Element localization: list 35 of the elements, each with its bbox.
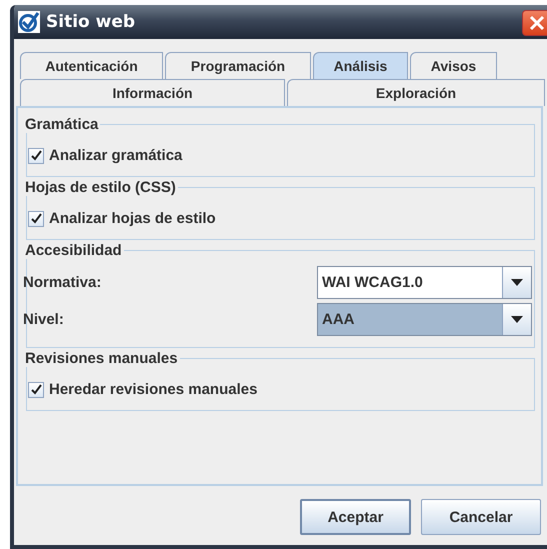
tab[interactable]: Análisis bbox=[313, 52, 408, 79]
cancel-button[interactable]: Cancelar bbox=[421, 499, 541, 535]
check-icon bbox=[30, 213, 42, 224]
group-title: Hojas de estilo (CSS) bbox=[24, 179, 177, 196]
field-label: Nivel: bbox=[23, 311, 64, 328]
accept-button[interactable]: Aceptar bbox=[300, 499, 411, 535]
checkbox-label[interactable]: Analizar hojas de estilo bbox=[49, 210, 216, 227]
field-label: Normativa: bbox=[23, 274, 102, 291]
group-title: Gramática bbox=[24, 116, 100, 133]
check-icon bbox=[30, 384, 42, 395]
dropdown-value: AAA bbox=[321, 310, 356, 330]
group-title: Revisiones manuales bbox=[24, 350, 179, 367]
tab[interactable]: Autenticación bbox=[20, 52, 163, 79]
group-title: Accesibilidad bbox=[24, 242, 123, 259]
checkbox-label[interactable]: Heredar revisiones manuales bbox=[49, 381, 258, 398]
window-title: Sitio web bbox=[46, 12, 136, 32]
checkbox[interactable] bbox=[28, 210, 44, 226]
checkbox[interactable] bbox=[28, 148, 44, 164]
dropdown[interactable]: WAI WCAG1.0 bbox=[317, 266, 532, 299]
checkmark-logo-icon bbox=[18, 11, 40, 33]
dropdown[interactable]: AAA bbox=[317, 303, 532, 336]
caret-icon bbox=[511, 316, 523, 323]
dropdown-arrow-button[interactable] bbox=[502, 267, 531, 298]
tab[interactable]: Avisos bbox=[410, 52, 497, 79]
close-button[interactable] bbox=[522, 10, 547, 36]
dropdown-arrow-button[interactable] bbox=[502, 304, 531, 335]
tab[interactable]: Exploración bbox=[287, 79, 545, 106]
checkbox-label[interactable]: Analizar gramática bbox=[49, 147, 182, 164]
check-icon bbox=[30, 150, 42, 161]
caret-icon bbox=[511, 279, 523, 286]
dropdown-value: WAI WCAG1.0 bbox=[321, 273, 424, 293]
tab[interactable]: Programación bbox=[165, 52, 311, 79]
tab[interactable]: Información bbox=[20, 79, 285, 106]
checkbox[interactable] bbox=[28, 382, 44, 398]
close-icon bbox=[529, 15, 545, 31]
